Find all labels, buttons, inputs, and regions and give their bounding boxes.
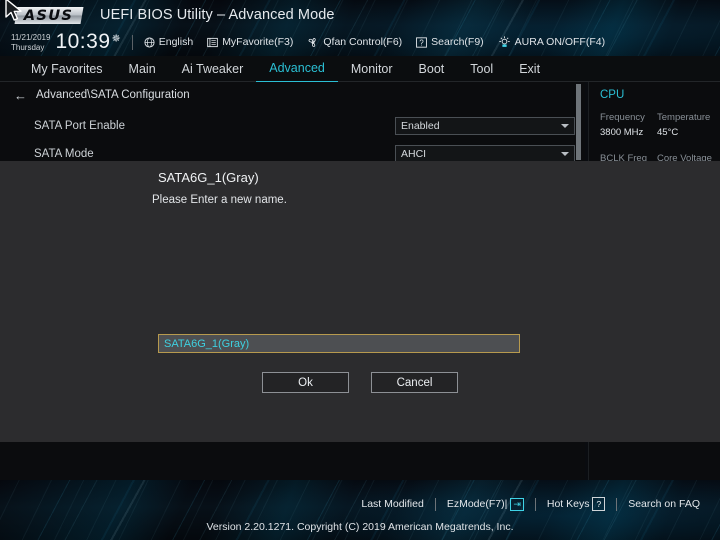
rename-dialog: SATA6G_1(Gray) Please Enter a new name. … <box>0 161 720 442</box>
shortcut-language[interactable]: English <box>144 36 193 48</box>
new-name-input-value: SATA6G_1(Gray) <box>164 337 250 350</box>
metric-value-temperature: 45°C <box>657 127 679 138</box>
info-bar: 11/21/2019 Thursday 10:39 ✵ English MyFa… <box>0 28 720 56</box>
question-box-icon: ? <box>416 36 428 48</box>
shortcut-myfavorite[interactable]: MyFavorite(F3) <box>207 36 293 48</box>
tab-ai-tweaker[interactable]: Ai Tweaker <box>169 56 257 82</box>
footer-hot-keys[interactable]: Hot Keys ? <box>536 497 616 511</box>
hardware-monitor-section-cpu: CPU <box>600 89 625 101</box>
shortcut-label: AURA ON/OFF(F4) <box>514 36 606 48</box>
shortcut-label: English <box>158 36 194 48</box>
gear-icon[interactable]: ✵ <box>112 34 121 45</box>
tab-tool[interactable]: Tool <box>457 56 506 82</box>
tab-monitor[interactable]: Monitor <box>338 56 406 82</box>
version-text: Version 2.20.1271. Copyright (C) 2019 Am… <box>206 521 514 533</box>
bios-screen: ASUS UEFI BIOS Utility – Advanced Mode 1… <box>0 0 720 540</box>
sata-port-enable-dropdown[interactable]: Enabled <box>395 117 575 135</box>
favorites-icon <box>207 37 219 48</box>
divider <box>131 34 133 50</box>
date-text: 11/21/2019 <box>11 33 51 42</box>
hardware-monitor-metrics-row-1: Frequency Temperature 3800 MHz 45°C <box>589 112 720 138</box>
tab-main[interactable]: Main <box>116 56 169 82</box>
back-arrow-icon[interactable]: ← <box>14 89 27 102</box>
setting-row-sata-port-enable: SATA Port Enable Enabled <box>0 112 585 140</box>
metric-value-frequency: 3800 MHz <box>600 127 644 138</box>
new-name-input[interactable]: SATA6G_1(Gray) <box>158 334 520 353</box>
shortcut-label: MyFavorite(F3) <box>222 36 294 48</box>
aura-light-icon <box>498 36 511 48</box>
date-time-display: 11/21/2019 Thursday 10:39 ✵ <box>11 31 121 53</box>
cancel-button[interactable]: Cancel <box>371 372 458 393</box>
shortcut-aura[interactable]: AURA ON/OFF(F4) <box>498 36 605 48</box>
shortcut-qfan-control[interactable]: Qfan Control(F6) <box>307 36 402 48</box>
scrollbar-thumb[interactable] <box>576 84 581 160</box>
title-bar: ASUS UEFI BIOS Utility – Advanced Mode <box>0 0 720 30</box>
question-key-icon: ? <box>592 497 606 511</box>
tab-boot[interactable]: Boot <box>406 56 458 82</box>
footer-links: Last Modified EzMode(F7)| ⇥ Hot Keys ? S… <box>350 497 711 511</box>
shortcut-label: Qfan Control(F6) <box>323 36 403 48</box>
footer-label: Last Modified <box>361 498 424 510</box>
footer-label: Search on FAQ <box>628 498 700 510</box>
setting-label: SATA Mode <box>34 148 94 160</box>
metric-key-temperature: Temperature <box>657 112 711 123</box>
breadcrumb-text: Advanced\SATA Configuration <box>36 89 190 101</box>
chevron-down-icon <box>561 124 569 128</box>
dialog-buttons: Ok Cancel <box>0 372 720 393</box>
fan-icon <box>307 37 319 48</box>
asus-logo: ASUS <box>14 6 84 24</box>
asus-logo-text: ASUS <box>24 7 74 23</box>
breadcrumb: ← Advanced\SATA Configuration <box>0 82 585 108</box>
svg-text:?: ? <box>419 38 424 47</box>
tab-advanced[interactable]: Advanced <box>256 55 338 82</box>
settings-list: SATA Port Enable Enabled SATA Mode AHCI <box>0 108 585 168</box>
shortcut-label: Search(F9) <box>431 36 484 48</box>
footer-label: Hot Keys <box>546 498 590 510</box>
app-title: UEFI BIOS Utility – Advanced Mode <box>100 7 335 23</box>
dropdown-value: AHCI <box>401 148 427 160</box>
setting-label: SATA Port Enable <box>34 120 125 132</box>
tab-my-favorites[interactable]: My Favorites <box>18 56 116 82</box>
ok-button[interactable]: Ok <box>262 372 349 393</box>
content-scrollbar[interactable] <box>576 84 581 160</box>
footer-search-on-faq[interactable]: Search on FAQ <box>617 498 711 510</box>
enter-arrow-icon: ⇥ <box>510 497 524 511</box>
main-navigation-tabs: My Favorites Main Ai Tweaker Advanced Mo… <box>0 56 720 82</box>
dialog-heading: SATA6G_1(Gray) <box>158 170 259 185</box>
date-block: 11/21/2019 Thursday <box>11 31 50 53</box>
weekday-text: Thursday <box>11 43 45 52</box>
metric-key-frequency: Frequency <box>600 112 645 123</box>
chevron-down-icon <box>561 152 569 156</box>
dialog-message: Please Enter a new name. <box>152 194 287 206</box>
shortcut-search[interactable]: ? Search(F9) <box>416 36 484 48</box>
globe-icon <box>144 36 155 48</box>
clock-text: 10:39 <box>55 30 111 53</box>
footer-last-modified[interactable]: Last Modified <box>350 498 434 510</box>
footer-label: EzMode(F7)| <box>446 498 508 510</box>
footer-ezmode[interactable]: EzMode(F7)| ⇥ <box>436 497 535 511</box>
dropdown-value: Enabled <box>401 120 440 132</box>
tab-exit[interactable]: Exit <box>506 56 553 82</box>
